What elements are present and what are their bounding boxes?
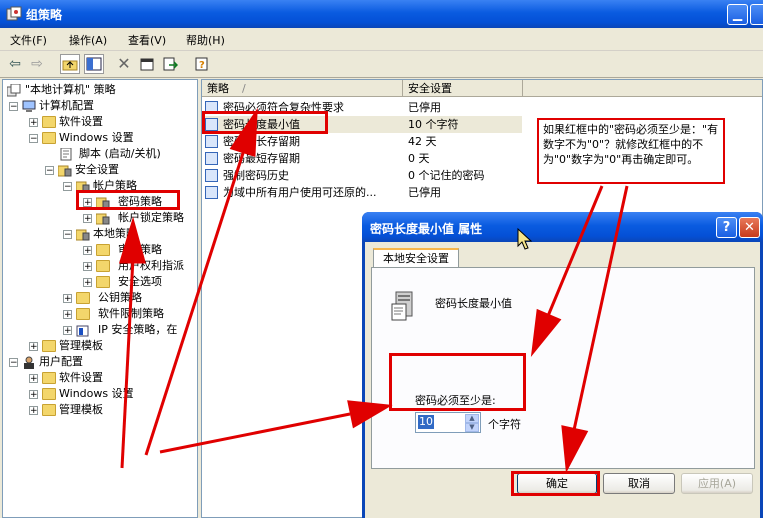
arrowhead-icon bbox=[229, 107, 258, 158]
arrow-line bbox=[572, 185, 629, 431]
arrowhead-icon bbox=[347, 400, 393, 429]
annotation-arrows bbox=[118, 107, 629, 474]
arrowhead-icon bbox=[561, 425, 589, 474]
arrow-line bbox=[159, 412, 351, 454]
arrowhead-icon bbox=[530, 308, 562, 357]
arrow-line bbox=[546, 185, 604, 317]
arrowhead-icon bbox=[118, 216, 146, 264]
arrow-line bbox=[120, 257, 135, 469]
arrow-line bbox=[144, 149, 246, 456]
mouse-cursor-icon bbox=[517, 227, 533, 250]
